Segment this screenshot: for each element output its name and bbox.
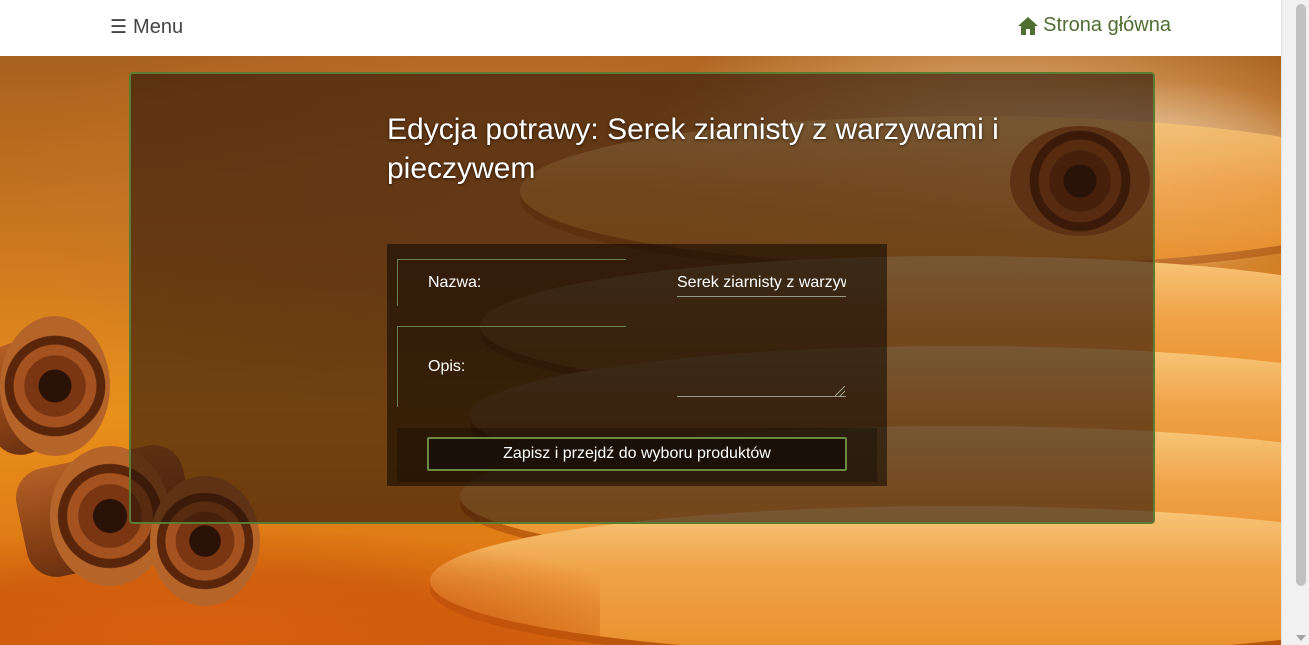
home-label: Strona główna xyxy=(1043,14,1171,36)
top-navbar: ☰ Menu Strona główna xyxy=(0,0,1281,56)
edit-dish-panel: Edycja potrawy: Serek ziarnisty z warzyw… xyxy=(129,72,1155,524)
scrollbar-thumb[interactable] xyxy=(1296,4,1306,586)
hamburger-icon: ☰ xyxy=(110,17,128,38)
name-input[interactable] xyxy=(677,272,846,297)
name-label: Nazwa: xyxy=(428,274,482,291)
menu-label: Menu xyxy=(133,16,184,38)
menu-button[interactable]: ☰ Menu xyxy=(110,16,183,39)
page-title: Edycja potrawy: Serek ziarnisty z warzyw… xyxy=(387,113,999,185)
page-scrollbar[interactable] xyxy=(1281,0,1309,645)
description-textarea[interactable] xyxy=(677,338,846,397)
save-and-choose-products-button[interactable]: Zapisz i przejdź do wyboru produktów xyxy=(427,437,847,471)
description-label: Opis: xyxy=(428,358,466,375)
name-label-cell: Nazwa: xyxy=(397,259,626,306)
description-label-cell: Opis: xyxy=(397,326,626,407)
home-icon xyxy=(1017,16,1039,36)
dish-form: Nazwa: Opis: Zapisz i przejdź do wyboru … xyxy=(387,244,887,486)
home-link[interactable]: Strona główna xyxy=(1017,14,1171,37)
submit-bar: Zapisz i przejdź do wyboru produktów xyxy=(397,428,877,482)
textarea-resize-handle[interactable] xyxy=(835,386,845,396)
scroll-down-arrow-icon[interactable] xyxy=(1296,635,1306,641)
